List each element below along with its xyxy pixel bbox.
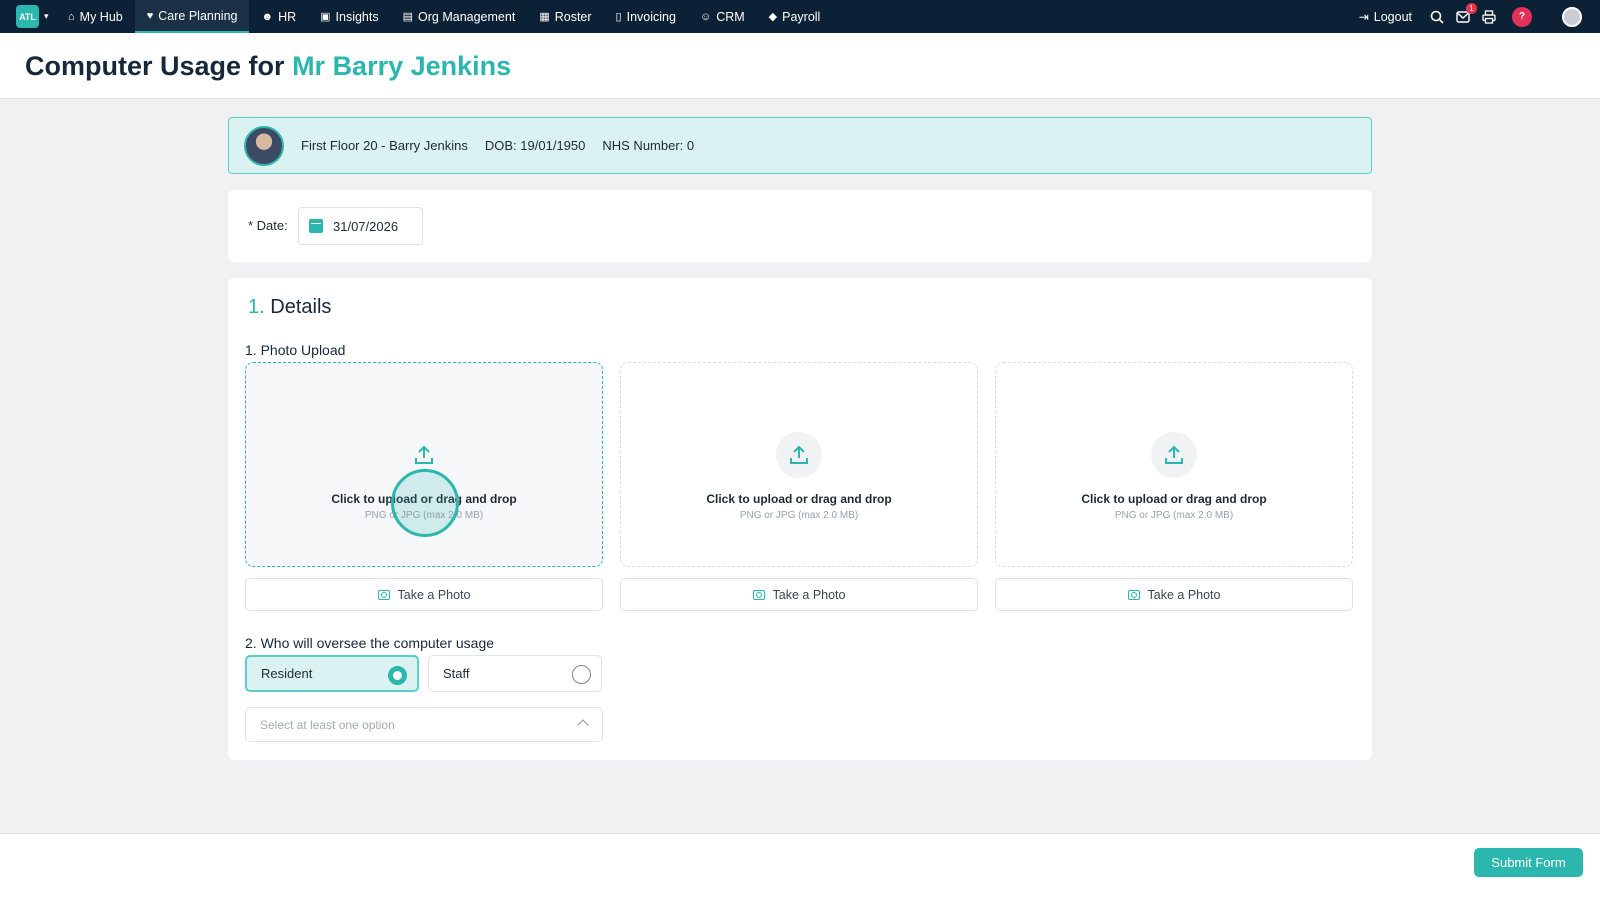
calendar-icon	[309, 219, 323, 233]
camera-icon	[1127, 589, 1140, 600]
photo-upload-dropzone[interactable]: Click to upload or drag and drop PNG or …	[620, 362, 978, 567]
photo-upload-label: 1. Photo Upload	[245, 342, 346, 358]
upload-icon	[776, 432, 822, 478]
take-photo-label: Take a Photo	[397, 587, 471, 602]
nhs-value: 0	[686, 138, 695, 153]
notification-badge: 1	[1466, 2, 1477, 14]
camera-icon	[752, 589, 765, 600]
chevron-up-icon	[577, 719, 589, 731]
upload-instructions: Click to upload or drag and drop	[706, 492, 892, 506]
brand-logo: ATL	[16, 5, 39, 28]
nav-label: Org Management	[418, 9, 516, 24]
logout-icon: ⇥	[1358, 9, 1369, 24]
section-title-text: Details	[270, 296, 332, 318]
oversee-question-label: 2. Who will oversee the computer usage	[245, 635, 495, 651]
print-icon[interactable]	[1482, 9, 1496, 24]
users-icon: ☺	[699, 10, 712, 23]
brand-switcher[interactable]: ATL ▾	[16, 5, 56, 28]
user-avatar[interactable]	[1562, 6, 1582, 27]
nav-tools: ⇥ Logout 1 ?	[1359, 0, 1600, 33]
resident-info-strip: First Floor 20 - Barry Jenkins DOB: 19/0…	[228, 117, 1372, 174]
nav-invoicing[interactable]: ▯ Invoicing	[604, 0, 688, 33]
home-icon: ⌂	[68, 10, 75, 23]
nav-hr[interactable]: ☻ HR	[249, 0, 308, 33]
date-value: 31/07/2026	[333, 218, 399, 234]
details-card: 1. Details 1. Photo Upload Click to uplo…	[228, 278, 1372, 760]
logout-label: Logout	[1373, 9, 1412, 24]
nav-label: Roster	[554, 9, 592, 24]
calendar-icon: ▦	[539, 11, 550, 23]
nav-label: CRM	[716, 9, 745, 24]
nav-label: Invoicing	[626, 9, 676, 24]
chevron-down-icon: ▾	[44, 11, 49, 21]
nav-crm[interactable]: ☺ CRM	[688, 0, 757, 33]
radio-checked-icon	[388, 666, 407, 685]
submit-form-button[interactable]: Submit Form	[1474, 848, 1583, 877]
top-nav: ATL ▾ ⌂ My Hub ♥ Care Planning ☻ HR ▣ In…	[0, 0, 1600, 33]
take-photo-button[interactable]: Take a Photo	[620, 578, 978, 611]
logout-button[interactable]: ⇥ Logout	[1359, 10, 1412, 24]
nav-label: Insights	[335, 9, 379, 24]
take-photo-label: Take a Photo	[1147, 587, 1221, 602]
take-photo-button[interactable]: Take a Photo	[995, 578, 1353, 611]
date-label: * Date:	[248, 218, 288, 233]
nav-label: Payroll	[782, 9, 821, 24]
select-placeholder: Select at least one option	[260, 717, 395, 732]
click-indicator	[391, 469, 459, 537]
dob-label: DOB:	[484, 138, 517, 153]
dob-value: 19/01/1950	[520, 138, 586, 153]
upload-file-limits: PNG or JPG (max 2.0 MB)	[739, 510, 859, 521]
resident-location-name: First Floor 20 - Barry Jenkins	[301, 138, 468, 153]
section-title: 1. Details	[248, 296, 331, 319]
photo-upload-dropzone[interactable]: Click to upload or drag and drop PNG or …	[995, 362, 1353, 567]
nav-roster[interactable]: ▦ Roster	[527, 0, 603, 33]
photo-upload-dropzone[interactable]: Click to upload or drag and drop PNG or …	[245, 362, 603, 567]
section-number: 1.	[248, 296, 265, 318]
upload-icon	[1151, 432, 1197, 478]
take-photo-button[interactable]: Take a Photo	[245, 578, 603, 611]
date-card: * Date: 31/07/2026	[228, 190, 1372, 262]
document-icon: ▯	[615, 11, 622, 23]
nav-label: Care Planning	[158, 8, 238, 23]
resident-avatar	[244, 125, 284, 166]
nav-label: HR	[278, 9, 297, 24]
mail-icon[interactable]: 1	[1456, 2, 1477, 24]
form-footer: Submit Form	[0, 833, 1600, 900]
nav-my-hub[interactable]: ⌂ My Hub	[56, 0, 135, 33]
oversee-select-dropdown[interactable]: Select at least one option	[245, 707, 603, 742]
page-header: Computer Usage for Mr Barry Jenkins	[0, 33, 1600, 99]
people-icon: ☻	[261, 10, 274, 23]
nav-label: My Hub	[79, 9, 123, 24]
radio-option-resident[interactable]: Resident	[245, 655, 419, 692]
building-icon: ▤	[402, 11, 414, 23]
search-icon[interactable]	[1430, 10, 1444, 24]
page-title: Computer Usage for Mr Barry Jenkins	[25, 51, 511, 82]
heart-icon: ♥	[146, 9, 154, 22]
camera-icon	[377, 589, 390, 600]
date-picker-input[interactable]: 31/07/2026	[298, 207, 423, 245]
upload-file-limits: PNG or JPG (max 2.0 MB)	[1114, 510, 1234, 521]
page-title-prefix: Computer Usage for	[25, 51, 285, 81]
nav-payroll[interactable]: ◆ Payroll	[757, 0, 833, 33]
upload-instructions: Click to upload or drag and drop	[1081, 492, 1267, 506]
tag-icon: ◆	[768, 11, 778, 23]
radio-option-staff[interactable]: Staff	[428, 655, 602, 692]
chart-icon: ▣	[320, 11, 331, 23]
resident-nhs: NHS Number: 0	[602, 138, 694, 153]
take-photo-label: Take a Photo	[772, 587, 846, 602]
page-title-name: Mr Barry Jenkins	[292, 51, 512, 81]
radio-unchecked-icon	[572, 665, 591, 684]
nhs-label: NHS Number:	[602, 138, 684, 153]
help-icon[interactable]: ?	[1512, 6, 1532, 27]
radio-label: Resident	[261, 666, 313, 681]
nav-care-planning[interactable]: ♥ Care Planning	[134, 0, 250, 33]
nav-insights[interactable]: ▣ Insights	[308, 0, 391, 33]
resident-dob: DOB: 19/01/1950	[485, 138, 586, 153]
nav-org-management[interactable]: ▤ Org Management	[391, 0, 528, 33]
radio-label: Staff	[443, 666, 470, 681]
